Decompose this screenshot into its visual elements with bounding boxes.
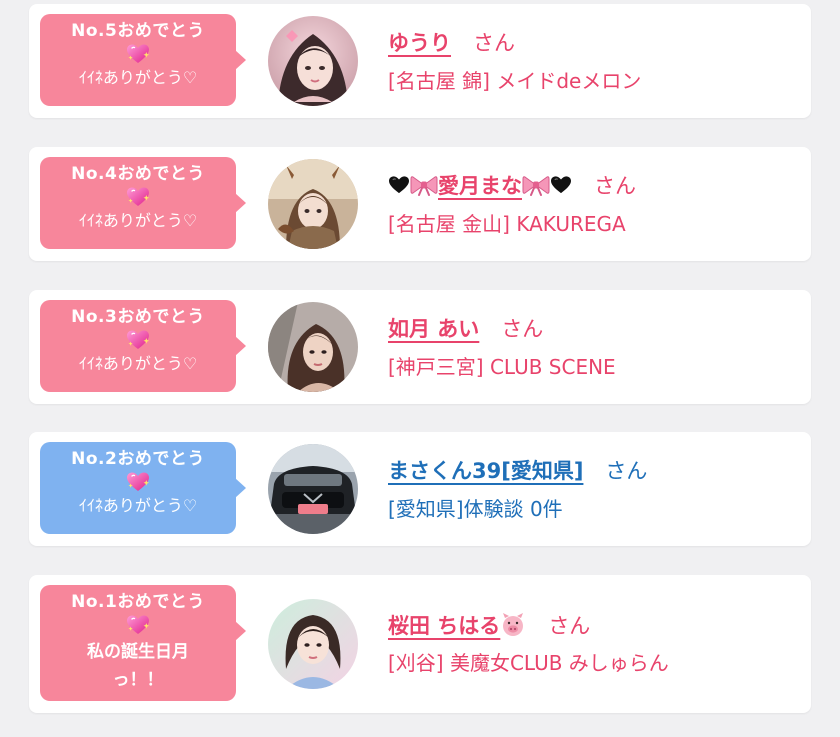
name-line: 愛月まな さん bbox=[388, 171, 636, 201]
rank-label: No.4おめでとう bbox=[71, 164, 205, 184]
honorific-label: さん bbox=[605, 459, 648, 483]
ranking-card[interactable]: No.1おめでとう 私の誕生日月 っ！！ 桜田 ちはる さん [刈谷] 美魔女CL… bbox=[29, 575, 811, 713]
name-line: まさくん39[愛知県] さん bbox=[388, 456, 647, 486]
honorific-label: さん bbox=[473, 31, 515, 55]
ranking-card[interactable]: No.2おめでとう ｲｲﾈありがとう♡ まさくん39[愛知県] さん [愛知県]体… bbox=[29, 432, 811, 546]
avatar[interactable] bbox=[268, 444, 358, 534]
avatar[interactable] bbox=[268, 302, 358, 392]
sparkling-heart-icon bbox=[126, 186, 150, 208]
ranking-card[interactable]: No.4おめでとう ｲｲﾈありがとう♡ 愛月まな さん [名古屋 金山] KAKU… bbox=[29, 147, 811, 261]
honorific-label: さん bbox=[501, 317, 544, 341]
congrats-bubble: No.2おめでとう ｲｲﾈありがとう♡ bbox=[40, 442, 246, 534]
user-name-link[interactable]: 如月 あい bbox=[388, 317, 479, 341]
thanks-message: ｲｲﾈありがとう♡ bbox=[78, 68, 198, 87]
ranking-card[interactable]: No.5おめでとう ｲｲﾈありがとう♡ ゆうり さん [名古屋 錦] メイドdeメ… bbox=[29, 4, 811, 118]
ranking-list: No.5おめでとう ｲｲﾈありがとう♡ ゆうり さん [名古屋 錦] メイドdeメ… bbox=[0, 0, 840, 737]
rank-label: No.3おめでとう bbox=[71, 307, 205, 327]
sparkling-heart-icon bbox=[126, 43, 150, 65]
ribbon-icon bbox=[522, 174, 550, 196]
congrats-bubble: No.1おめでとう 私の誕生日月 っ！！ bbox=[40, 585, 246, 701]
user-name-text: 愛月まな bbox=[438, 174, 522, 198]
shop-label[interactable]: [名古屋 金山] KAKUREGA bbox=[388, 210, 626, 238]
ranking-card[interactable]: No.3おめでとう ｲｲﾈありがとう♡ 如月 あい さん [神戸三宮] CLUB … bbox=[29, 290, 811, 404]
congrats-bubble: No.5おめでとう ｲｲﾈありがとう♡ bbox=[40, 14, 246, 106]
avatar[interactable] bbox=[268, 159, 358, 249]
congrats-bubble: No.4おめでとう ｲｲﾈありがとう♡ bbox=[40, 157, 246, 249]
user-name-text: 桜田 ちはる bbox=[388, 614, 501, 638]
sparkling-heart-icon bbox=[126, 471, 150, 493]
shop-label[interactable]: [刈谷] 美魔女CLUB みしゅらん bbox=[388, 649, 669, 677]
congrats-bubble: No.3おめでとう ｲｲﾈありがとう♡ bbox=[40, 300, 246, 392]
honorific-label: さん bbox=[548, 614, 591, 638]
sparkling-heart-icon bbox=[126, 614, 150, 636]
rank-label: No.5おめでとう bbox=[71, 21, 205, 41]
honorific-label: さん bbox=[594, 174, 636, 198]
review-count-label[interactable]: [愛知県]体験談 0件 bbox=[388, 495, 563, 523]
thanks-message: ｲｲﾈありがとう♡ bbox=[78, 496, 198, 515]
pig-icon bbox=[500, 613, 526, 637]
rank-label: No.2おめでとう bbox=[71, 449, 205, 469]
user-name-link[interactable]: ゆうり bbox=[388, 31, 451, 55]
name-line: ゆうり さん bbox=[388, 28, 515, 58]
black-heart-icon bbox=[388, 175, 410, 195]
rank-label: No.1おめでとう bbox=[71, 592, 205, 612]
thanks-message: ｲｲﾈありがとう♡ bbox=[78, 211, 198, 230]
birthday-message-line2: っ！！ bbox=[112, 670, 164, 690]
sparkling-heart-icon bbox=[126, 329, 150, 351]
birthday-message-line1: 私の誕生日月 bbox=[87, 642, 189, 662]
avatar[interactable] bbox=[268, 16, 358, 106]
user-name-link[interactable]: 愛月まな bbox=[388, 174, 572, 198]
name-line: 桜田 ちはる さん bbox=[388, 611, 590, 641]
shop-label[interactable]: [名古屋 錦] メイドdeメロン bbox=[388, 67, 641, 95]
user-name-link[interactable]: 桜田 ちはる bbox=[388, 614, 526, 638]
user-name-link[interactable]: まさくん39[愛知県] bbox=[388, 459, 583, 483]
black-heart-icon bbox=[550, 175, 572, 195]
avatar[interactable] bbox=[268, 599, 358, 689]
thanks-message: ｲｲﾈありがとう♡ bbox=[78, 354, 198, 373]
ribbon-icon bbox=[410, 174, 438, 196]
name-line: 如月 あい さん bbox=[388, 314, 543, 344]
shop-label[interactable]: [神戸三宮] CLUB SCENE bbox=[388, 353, 616, 381]
